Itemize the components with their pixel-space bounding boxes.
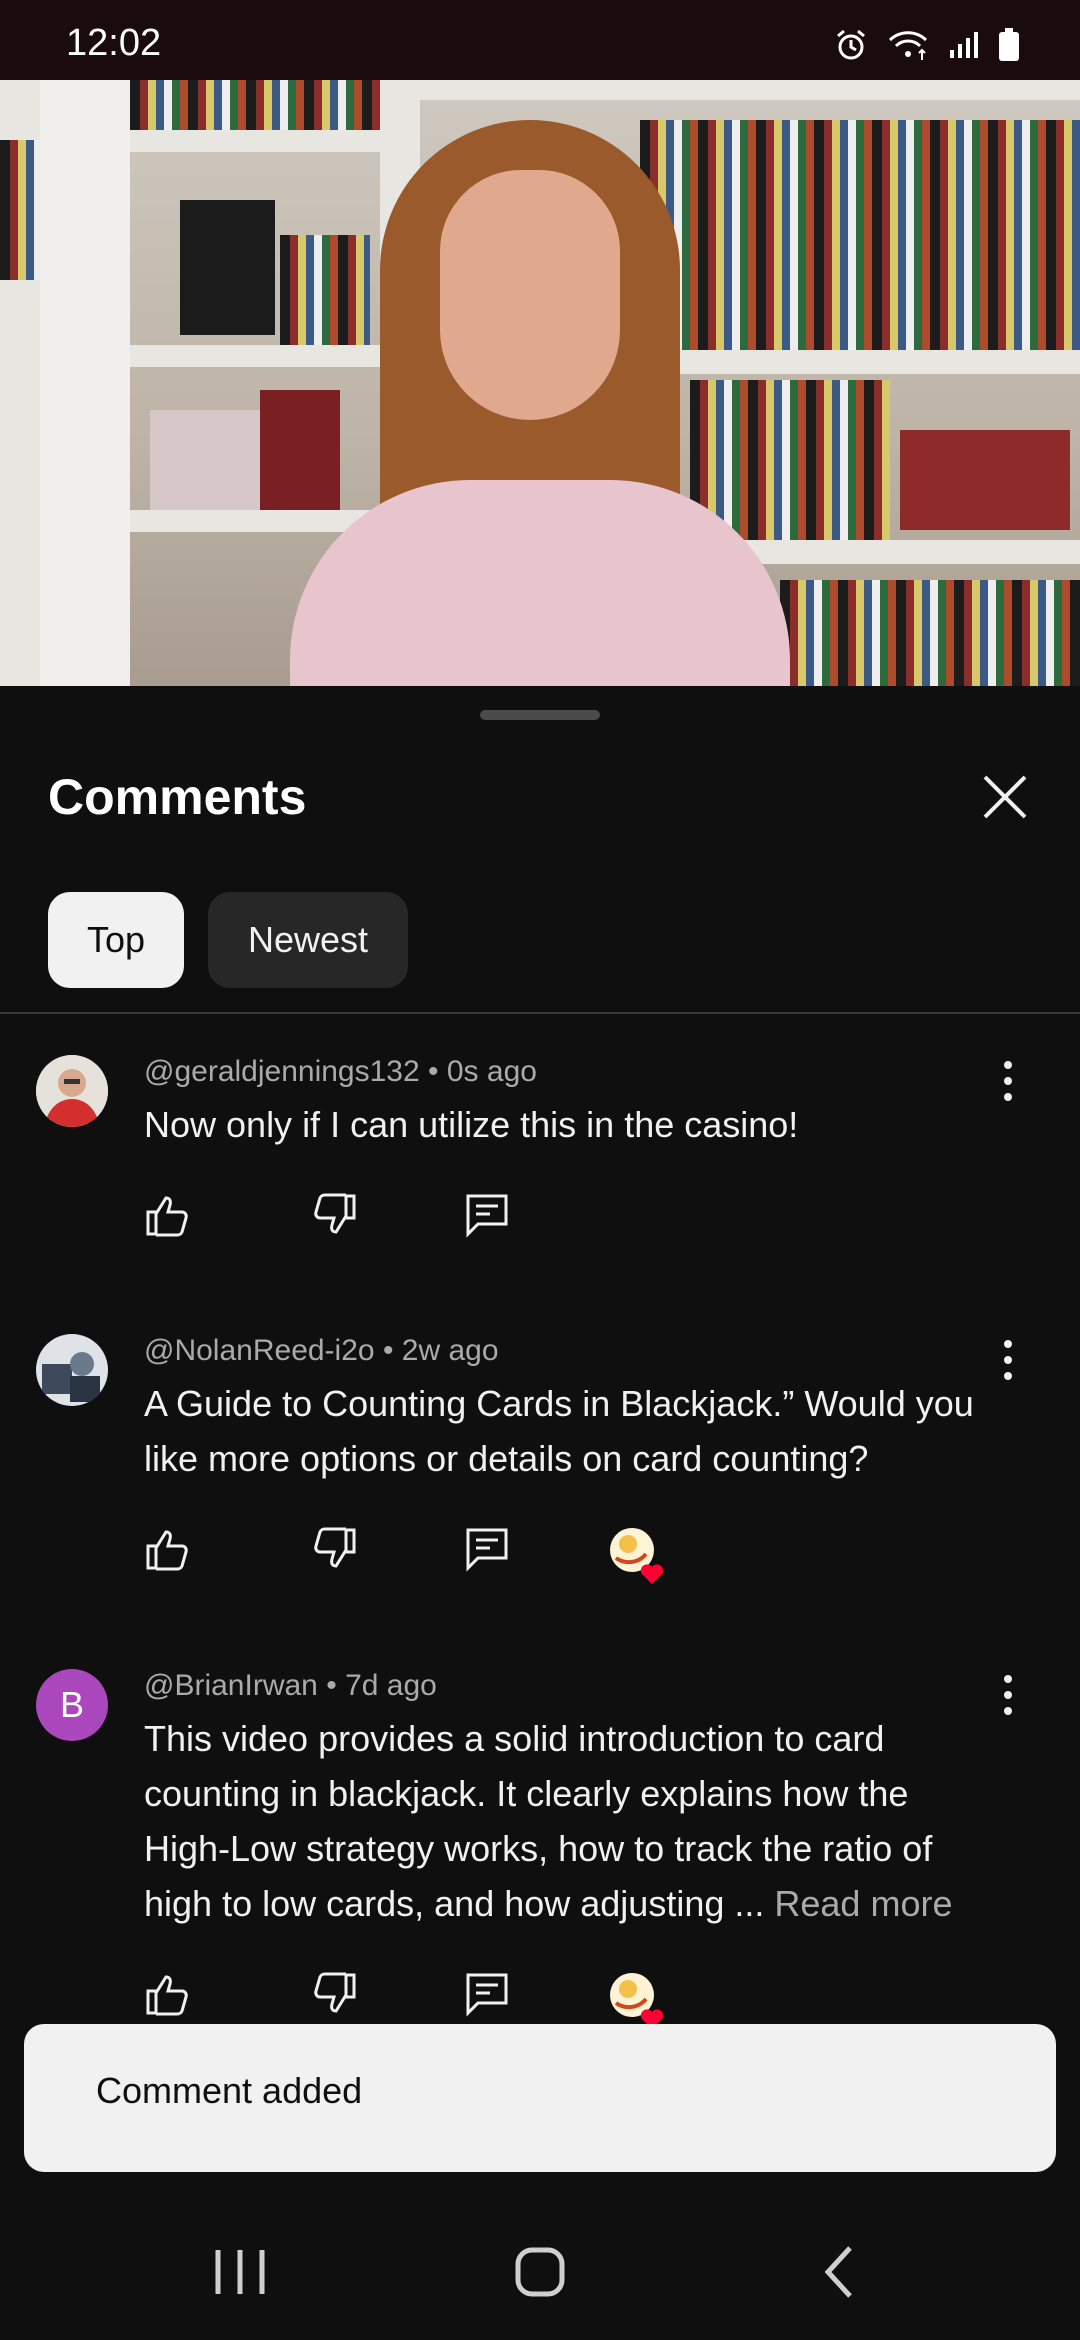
comment-age: 7d ago	[345, 1669, 437, 1702]
books	[0, 140, 40, 280]
video-player[interactable]	[0, 80, 1080, 686]
creator-heart	[608, 1971, 664, 2029]
back-icon	[824, 2246, 852, 2298]
sort-chip-top[interactable]: Top	[48, 892, 184, 988]
meta-separator: •	[428, 1055, 439, 1088]
more-vert-icon	[1004, 1340, 1012, 1380]
comment-author[interactable]: @geraldjennings132	[144, 1055, 420, 1088]
dislike-button[interactable]	[312, 1526, 362, 1576]
alarm-icon	[834, 28, 868, 67]
avatar-letter: B	[59, 1684, 84, 1725]
avatar-photo	[36, 1334, 108, 1406]
avatar-photo	[36, 1055, 108, 1127]
meta-separator: •	[326, 1669, 337, 1702]
recents-icon	[215, 2250, 265, 2294]
comment-text: A Guide to Counting Cards in Blackjack.”…	[144, 1383, 974, 1479]
battery-icon	[998, 28, 1020, 67]
signal-icon	[948, 30, 980, 65]
reply-icon	[466, 1528, 508, 1572]
book-cover	[180, 200, 275, 335]
reply-icon	[466, 1973, 508, 2017]
presenter	[290, 100, 810, 686]
reply-icon	[466, 1194, 508, 1238]
thumbs-down-icon	[314, 1972, 356, 2013]
close-button[interactable]	[980, 772, 1030, 822]
comment-options-button[interactable]	[996, 1057, 1020, 1105]
avatar[interactable]: B	[36, 1669, 108, 1741]
bookshelf-post	[40, 80, 130, 686]
comment-meta: @geraldjennings132 • 0s ago	[144, 1055, 537, 1089]
like-button[interactable]	[144, 1526, 194, 1576]
snackbar-message: Comment added	[96, 2070, 363, 2111]
creator-heart-icon	[610, 1973, 664, 2029]
reply-button[interactable]	[464, 1526, 514, 1576]
thumbs-up-icon	[146, 1975, 188, 2016]
comment-text: This video provides a solid introduction…	[144, 1711, 1004, 1931]
box	[150, 410, 260, 510]
thumbs-up-icon	[146, 1530, 188, 1571]
creator-heart-icon	[610, 1528, 664, 1584]
status-icons	[834, 28, 1020, 67]
comment-text: Now only if I can utilize this in the ca…	[144, 1104, 799, 1145]
creator-heart	[608, 1526, 664, 1584]
thumbs-down-icon	[314, 1527, 356, 1568]
like-button[interactable]	[144, 1192, 194, 1242]
reply-button[interactable]	[464, 1971, 514, 2021]
system-nav-bar	[0, 2200, 1080, 2340]
panel-title: Comments	[48, 769, 307, 825]
thumbs-down-icon	[314, 1193, 356, 1234]
status-time: 12:02	[66, 22, 162, 64]
like-button[interactable]	[144, 1971, 194, 2021]
divider	[0, 1012, 1080, 1014]
comment-author[interactable]: @NolanReed-i2o	[144, 1334, 375, 1367]
comment-options-button[interactable]	[996, 1336, 1020, 1384]
wifi-icon	[886, 28, 930, 67]
snackbar: Comment added	[24, 2024, 1056, 2172]
shelf	[420, 80, 1080, 100]
more-vert-icon	[1004, 1675, 1012, 1715]
meta-separator: •	[382, 1334, 394, 1367]
read-more-link[interactable]: Read more	[774, 1883, 952, 1924]
back-button[interactable]	[800, 2240, 880, 2304]
comment-age: 2w ago	[401, 1334, 499, 1367]
comment-meta: @BrianIrwan • 7d ago	[144, 1669, 437, 1703]
status-bar: 12:02	[0, 0, 1080, 80]
dislike-button[interactable]	[312, 1971, 362, 2021]
reply-button[interactable]	[464, 1192, 514, 1242]
close-icon	[983, 775, 1027, 819]
books	[780, 580, 1080, 686]
comment-options-button[interactable]	[996, 1671, 1020, 1719]
dislike-button[interactable]	[312, 1192, 362, 1242]
sort-chip-newest[interactable]: Newest	[208, 892, 408, 988]
comment-meta: @NolanReed-i2o • 2w ago	[144, 1334, 499, 1368]
more-vert-icon	[1004, 1061, 1012, 1101]
home-button[interactable]	[500, 2240, 580, 2304]
thumbs-up-icon	[146, 1196, 188, 1237]
avatar[interactable]	[36, 1334, 108, 1406]
book-stack	[900, 430, 1070, 530]
home-icon	[515, 2247, 565, 2297]
avatar[interactable]	[36, 1055, 108, 1127]
drag-handle[interactable]	[480, 710, 600, 720]
recents-button[interactable]	[200, 2240, 280, 2304]
comment-author[interactable]: @BrianIrwan	[144, 1669, 318, 1702]
comment-age: 0s ago	[446, 1055, 537, 1088]
